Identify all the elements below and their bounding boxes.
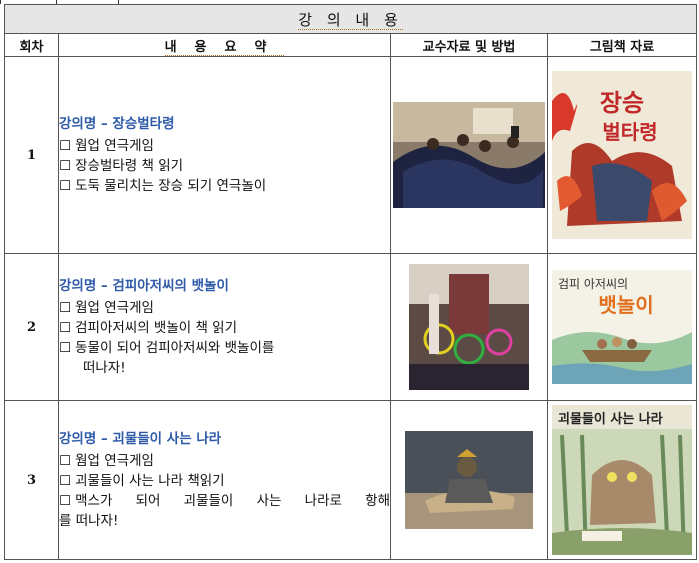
table-header-row: 회차 내용요약 교수자료 및 방법 그림책 자료 <box>4 33 698 57</box>
lecture-title: 강의명 – 괴물들이 사는 나라 <box>59 431 222 447</box>
list-item: 를 떠나자! <box>59 513 119 529</box>
table-title: 강 의 내 용 <box>298 10 403 30</box>
svg-text:검피 아저씨의: 검피 아저씨의 <box>558 277 628 291</box>
checkbox-icon: ☐ <box>59 178 72 194</box>
header-round: 회차 <box>4 33 59 57</box>
list-item: ☐ 검피아저씨의 뱃놀이 책 읽기 <box>59 320 238 336</box>
list-item: ☐ 도둑 물리치는 장승 되기 연극놀이 <box>59 178 267 194</box>
table-title-row: 강 의 내 용 <box>3 4 698 34</box>
table-row: 3 강의명 – 괴물들이 사는 나라 ☐ 웜업 연극게임 ☐ 괴물들이 사는 나라 … <box>4 400 698 560</box>
checkbox-icon: ☐ <box>59 300 72 316</box>
table-row: 1 강의명 – 장승벌타령 ☐ 웜업 연극게임 ☐ 장승벌타령 책 읽기 ☐ 도둑 물… <box>4 56 698 254</box>
checkbox-icon: ☐ <box>59 320 72 336</box>
lecture-summary: 강의명 – 검피아저씨의 뱃놀이 ☐ 웜업 연극게임 ☐ 검피아저씨의 뱃놀이 책 … <box>58 253 391 401</box>
checkbox-icon: ☐ <box>59 493 72 509</box>
class-photo <box>405 431 533 529</box>
checkbox-icon: ☐ <box>59 138 72 154</box>
class-photo <box>393 102 545 208</box>
round-number: 1 <box>4 56 59 254</box>
svg-text:괴물들이 사는 나라: 괴물들이 사는 나라 <box>558 411 663 427</box>
lecture-title: 강의명 – 장승벌타령 <box>59 116 175 132</box>
list-item: ☐ 장승벌타령 책 읽기 <box>59 158 184 174</box>
svg-text:뱃놀이: 뱃놀이 <box>598 293 653 317</box>
round-number: 2 <box>4 253 59 401</box>
list-item: ☐ 동물이 되어 검피아저씨와 뱃놀이를 <box>59 340 275 356</box>
course-table: 강 의 내 용 회차 내용요약 교수자료 및 방법 그림책 자료 1 강의명 –… <box>3 4 698 560</box>
svg-text:벌타령: 벌타령 <box>602 120 657 144</box>
checkbox-icon: ☐ <box>59 453 72 469</box>
header-picturebook: 그림책 자료 <box>546 33 698 57</box>
picture-book-cover: 괴물들이 사는 나라 <box>552 405 692 555</box>
list-item: 떠나자! <box>83 360 126 376</box>
table-row: 2 강의명 – 검피아저씨의 뱃놀이 ☐ 웜업 연극게임 ☐ 검피아저씨의 뱃놀이 … <box>4 253 698 401</box>
lecture-summary: 강의명 – 장승벌타령 ☐ 웜업 연극게임 ☐ 장승벌타령 책 읽기 ☐ 도둑 물리치… <box>58 56 391 254</box>
list-item: ☐ 맥스가 되어 괴물들이 사는 나라로 항해 <box>59 493 390 509</box>
list-item: ☐ 웜업 연극게임 <box>59 138 154 154</box>
svg-text:장승: 장승 <box>600 88 644 117</box>
header-materials: 교수자료 및 방법 <box>390 33 548 57</box>
list-item: ☐ 웜업 연극게임 <box>59 453 154 469</box>
picture-book-cover: 검피 아저씨의 뱃놀이 <box>552 270 692 384</box>
list-item: ☐ 웜업 연극게임 <box>59 300 154 316</box>
checkbox-icon: ☐ <box>59 340 72 356</box>
checkbox-icon: ☐ <box>59 158 72 174</box>
lecture-title: 강의명 – 검피아저씨의 뱃놀이 <box>59 278 229 294</box>
header-summary: 내용요약 <box>58 33 391 57</box>
class-photo <box>409 264 529 390</box>
lecture-summary: 강의명 – 괴물들이 사는 나라 ☐ 웜업 연극게임 ☐ 괴물들이 사는 나라 책읽… <box>58 400 391 560</box>
picture-book-cover: 장승 벌타령 <box>552 71 692 239</box>
list-item: ☐ 괴물들이 사는 나라 책읽기 <box>59 473 225 489</box>
checkbox-icon: ☐ <box>59 473 72 489</box>
round-number: 3 <box>4 400 59 560</box>
